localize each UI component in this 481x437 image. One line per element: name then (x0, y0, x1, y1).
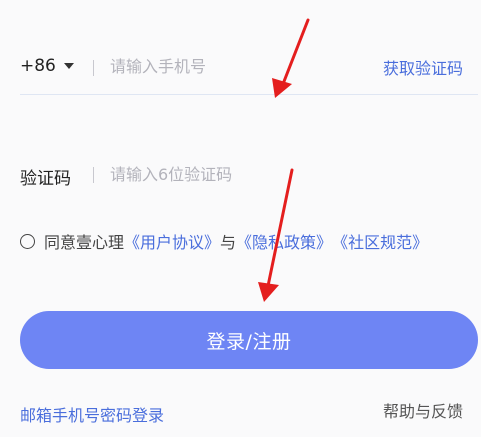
divider (93, 167, 94, 183)
phone-underline (20, 94, 478, 95)
get-code-button[interactable]: 获取验证码 (383, 55, 463, 79)
privacy-policy-link[interactable]: 《隐私政策》 (236, 229, 332, 253)
code-input[interactable] (110, 160, 410, 188)
help-feedback-link[interactable]: 帮助与反馈 (383, 398, 463, 422)
divider (93, 60, 94, 76)
agreement-row: 同意壹心理 《用户协议》 与 《隐私政策》 《社区规范》 (20, 229, 428, 253)
user-agreement-link[interactable]: 《用户协议》 (124, 229, 220, 253)
country-code-selector[interactable]: +86 (20, 56, 74, 76)
caret-down-icon (63, 63, 74, 69)
phone-row: +86 获取验证码 (0, 38, 481, 94)
login-register-button[interactable]: 登录/注册 (20, 311, 478, 369)
community-rules-link[interactable]: 《社区规范》 (332, 229, 428, 253)
agreement-conjunction: 与 (220, 233, 237, 252)
radio-circle-icon[interactable] (20, 233, 35, 249)
login-register-label: 登录/注册 (206, 330, 292, 353)
email-password-login-link[interactable]: 邮箱手机号密码登录 (20, 402, 164, 426)
country-code-label: +86 (20, 56, 56, 76)
code-label: 验证码 (20, 169, 71, 189)
code-row: 验证码 (0, 148, 481, 204)
phone-input[interactable] (110, 52, 360, 80)
agreement-prefix: 同意壹心理 (44, 233, 125, 252)
